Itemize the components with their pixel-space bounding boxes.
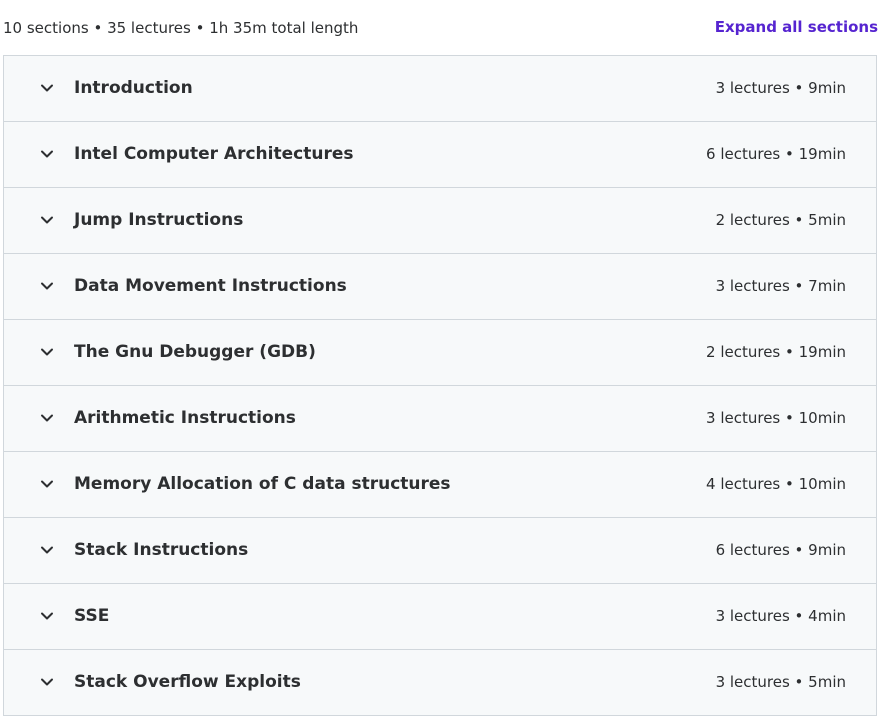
section-list: Introduction 3 lectures • 9min Intel Com… bbox=[3, 55, 877, 716]
section-title: Jump Instructions bbox=[74, 210, 244, 230]
chevron-down-icon bbox=[41, 480, 53, 488]
chevron-down-icon bbox=[41, 546, 53, 554]
section-title: Stack Instructions bbox=[74, 540, 249, 560]
section-row-intel-computer-architectures[interactable]: Intel Computer Architectures 6 lectures … bbox=[4, 122, 876, 188]
chevron-down-icon bbox=[41, 348, 53, 356]
section-meta: 2 lectures • 5min bbox=[715, 211, 846, 229]
expand-all-sections-button[interactable]: Expand all sections bbox=[715, 18, 878, 36]
chevron-down-icon bbox=[41, 216, 53, 224]
section-meta: 3 lectures • 7min bbox=[715, 277, 846, 295]
section-row-gnu-debugger[interactable]: The Gnu Debugger (GDB) 2 lectures • 19mi… bbox=[4, 320, 876, 386]
section-meta: 6 lectures • 19min bbox=[706, 145, 846, 163]
section-title: Data Movement Instructions bbox=[74, 276, 347, 296]
chevron-down-icon bbox=[41, 282, 53, 290]
section-row-introduction[interactable]: Introduction 3 lectures • 9min bbox=[4, 56, 876, 122]
section-title: The Gnu Debugger (GDB) bbox=[74, 342, 316, 362]
section-row-arithmetic-instructions[interactable]: Arithmetic Instructions 3 lectures • 10m… bbox=[4, 386, 876, 452]
section-row-jump-instructions[interactable]: Jump Instructions 2 lectures • 5min bbox=[4, 188, 876, 254]
chevron-down-icon bbox=[41, 414, 53, 422]
section-meta: 2 lectures • 19min bbox=[706, 343, 846, 361]
section-meta: 3 lectures • 10min bbox=[706, 409, 846, 427]
curriculum-header: 10 sections • 35 lectures • 1h 35m total… bbox=[0, 0, 881, 56]
section-title: Stack Overflow Exploits bbox=[74, 672, 301, 692]
section-title: Memory Allocation of C data structures bbox=[74, 474, 451, 494]
chevron-down-icon bbox=[41, 84, 53, 92]
section-row-data-movement-instructions[interactable]: Data Movement Instructions 3 lectures • … bbox=[4, 254, 876, 320]
curriculum-summary: 10 sections • 35 lectures • 1h 35m total… bbox=[3, 19, 359, 37]
section-row-memory-allocation[interactable]: Memory Allocation of C data structures 4… bbox=[4, 452, 876, 518]
section-meta: 3 lectures • 4min bbox=[715, 607, 846, 625]
section-row-sse[interactable]: SSE 3 lectures • 4min bbox=[4, 584, 876, 650]
section-title: SSE bbox=[74, 606, 110, 626]
section-meta: 6 lectures • 9min bbox=[715, 541, 846, 559]
section-title: Arithmetic Instructions bbox=[74, 408, 296, 428]
chevron-down-icon bbox=[41, 150, 53, 158]
section-title: Introduction bbox=[74, 78, 193, 98]
section-meta: 4 lectures • 10min bbox=[706, 475, 846, 493]
section-row-stack-instructions[interactable]: Stack Instructions 6 lectures • 9min bbox=[4, 518, 876, 584]
section-row-stack-overflow-exploits[interactable]: Stack Overflow Exploits 3 lectures • 5mi… bbox=[4, 650, 876, 716]
chevron-down-icon bbox=[41, 612, 53, 620]
section-title: Intel Computer Architectures bbox=[74, 144, 354, 164]
section-meta: 3 lectures • 9min bbox=[715, 79, 846, 97]
section-meta: 3 lectures • 5min bbox=[715, 673, 846, 691]
chevron-down-icon bbox=[41, 678, 53, 686]
